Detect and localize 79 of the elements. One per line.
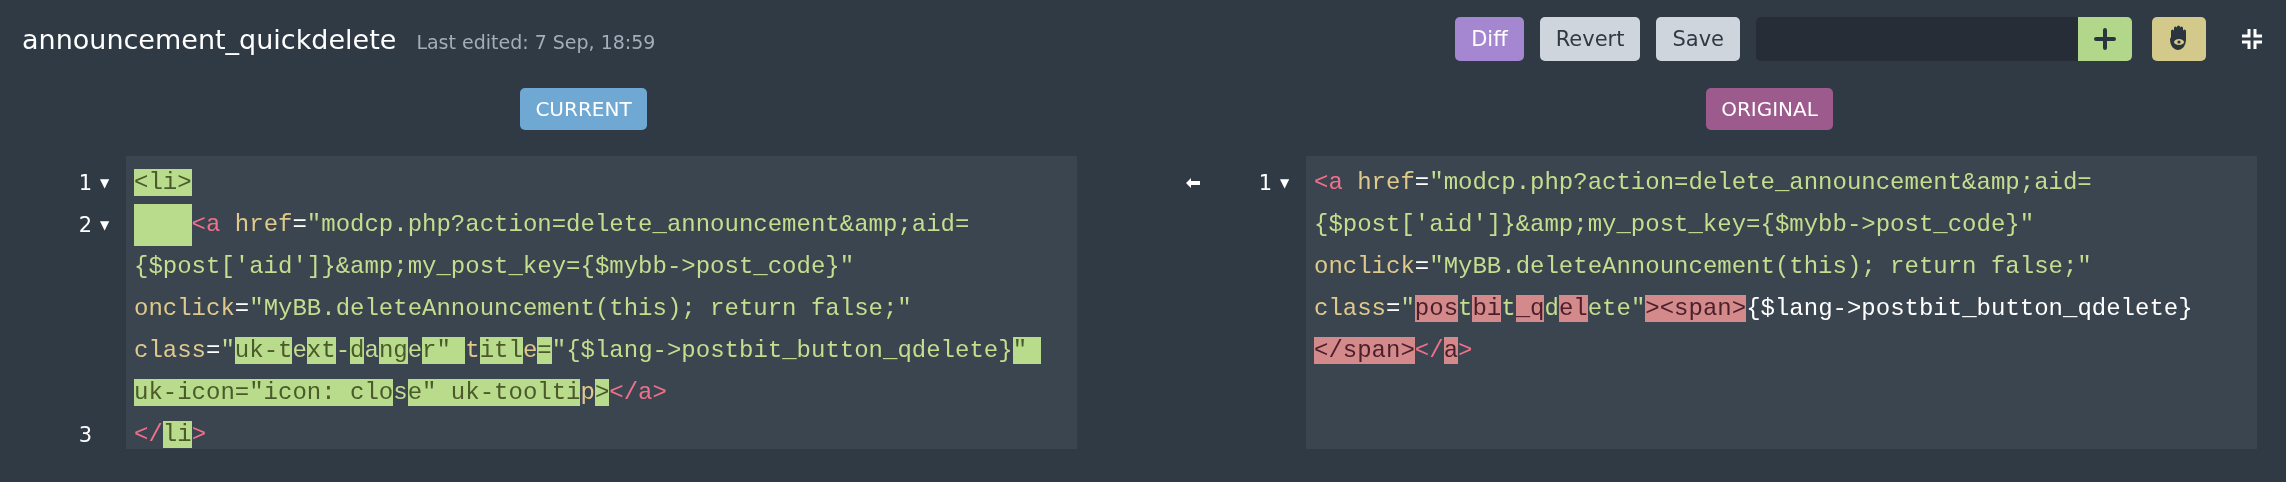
code-text: <a: [1314, 169, 1343, 196]
last-edited-text: Last edited: 7 Sep, 18:59: [416, 30, 656, 53]
code-text: "MyBB.deleteAnnouncement(this); return false;": [249, 295, 912, 322]
code-text: =: [1414, 253, 1430, 280]
left-arrow-icon[interactable]: [1185, 177, 1201, 189]
code-text: ": [220, 337, 235, 364]
plus-icon: [2094, 28, 2116, 50]
code-text: "modcp.php?action=delete_announcement&amp;aid=: [306, 211, 970, 238]
fold-toggle[interactable]: ▼: [100, 176, 110, 190]
added-code: ng: [378, 337, 408, 364]
code-text: >: [1458, 337, 1473, 364]
code-text: >: [191, 421, 207, 448]
added-code: uk-t: [234, 337, 293, 364]
removed-code: el: [1558, 295, 1588, 322]
code-text: {$lang->postbit_button_qdelete}: [1746, 295, 2193, 322]
code-text: class: [134, 337, 206, 364]
code-text: href: [1356, 169, 1415, 196]
line-number: 1: [1258, 171, 1272, 195]
code-text: href: [233, 211, 293, 238]
code-text: "MyBB.deleteAnnouncement(this); return false;": [1429, 253, 2092, 280]
added-code: d: [350, 337, 365, 364]
code-text: e: [292, 337, 307, 364]
code-text: d: [1544, 295, 1559, 322]
version-badge: CURRENT: [520, 88, 647, 130]
added-code: li: [162, 421, 192, 448]
add-button[interactable]: [2078, 17, 2132, 61]
code-text: =: [206, 337, 221, 364]
fold-toggle[interactable]: ▼: [1280, 176, 1290, 190]
code-text: <a: [191, 211, 221, 238]
code-text: e: [407, 337, 423, 364]
toolbar-button[interactable]: Revert: [1539, 17, 1641, 61]
added-code: xt: [306, 337, 336, 364]
code-text: ": [1400, 295, 1415, 322]
code-text: class: [1314, 295, 1386, 322]
minimize-icon[interactable]: [2240, 27, 2264, 51]
code-text: t: [1458, 295, 1473, 322]
code-text: s: [393, 379, 408, 406]
code-text: t: [1501, 295, 1516, 322]
added-code: <li>: [134, 169, 192, 196]
file-title: announcement_quickdelete: [22, 23, 397, 55]
removed-code: bi: [1472, 295, 1502, 322]
removed-code: a: [1443, 337, 1459, 364]
code-text: onclick: [1314, 253, 1415, 280]
line-number: 1: [78, 171, 92, 195]
code-text: t: [465, 337, 480, 364]
code-text: ete": [1587, 295, 1646, 322]
version-badge: ORIGINAL: [1706, 88, 1833, 130]
input-field[interactable]: [1756, 17, 2078, 61]
toolbar-button[interactable]: Save: [1656, 17, 1740, 61]
fold-toggle[interactable]: ▼: [100, 218, 110, 232]
code-text: =: [1414, 169, 1430, 196]
removed-code: </span>: [1314, 337, 1415, 364]
code-text: </: [134, 421, 163, 448]
code-text: {$post['aid']}&amp;my_post_key={$mybb->post_code}": [1314, 211, 2035, 238]
code-text: {$post['aid']}&amp;my_post_key={$mybb->post_code}": [134, 253, 855, 280]
code-text: "{$lang->postbit_button_qdelete}: [551, 337, 1013, 364]
added-code: =: [537, 337, 552, 364]
hand-eye-button[interactable]: [2152, 17, 2206, 61]
code-text: -: [335, 337, 351, 364]
code-text: =: [234, 295, 250, 322]
removed-code: pos: [1414, 295, 1459, 322]
code-text: onclick: [134, 295, 235, 322]
added-code: >: [594, 379, 610, 406]
code-text: e: [522, 337, 538, 364]
code-text: "modcp.php?action=delete_announcement&amp;aid=: [1429, 169, 2092, 196]
removed-code: ><span>: [1645, 295, 1747, 322]
code-text: </a>: [609, 379, 667, 406]
code-text: a: [364, 337, 379, 364]
code-text: </: [1414, 337, 1444, 364]
code-text: p: [580, 379, 595, 406]
added-code: e" uk-toolti: [407, 379, 581, 406]
line-number: 3: [78, 423, 92, 447]
line-number: 2: [78, 213, 92, 237]
added-code: uk-icon="icon: clo: [134, 379, 394, 406]
code-text: =: [1386, 295, 1401, 322]
added-code: itl: [479, 337, 523, 364]
added-code: r": [422, 337, 466, 364]
added-code: ": [1012, 337, 1042, 364]
code-text: =: [292, 211, 307, 238]
